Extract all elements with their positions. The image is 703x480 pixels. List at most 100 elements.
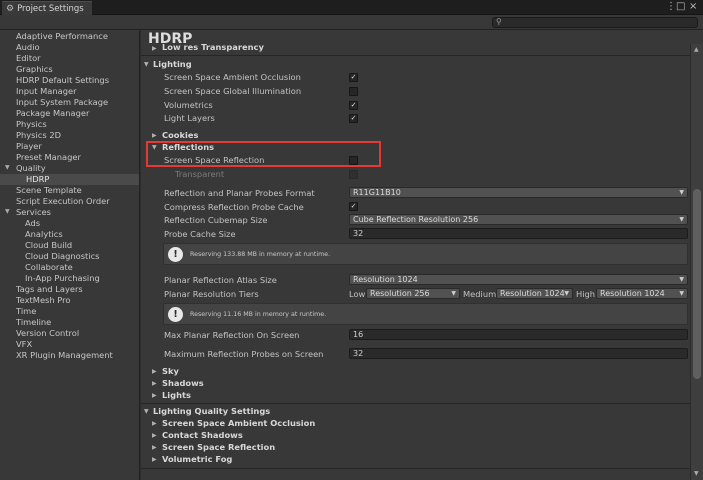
sidebar-item-time[interactable]: Time: [16, 306, 36, 317]
cubemap-size-value: Cube Reflection Resolution 256: [353, 215, 479, 224]
max-probes-field[interactable]: 32: [349, 348, 688, 359]
chevron-down-icon: ▼: [451, 290, 456, 297]
max-planar-label: Max Planar Reflection On Screen: [164, 330, 300, 340]
probe-cache-size-field[interactable]: 32: [349, 228, 688, 239]
atlas-size-dropdown[interactable]: Resolution 1024 ▼: [349, 274, 688, 285]
tier-medium-dropdown[interactable]: Resolution 1024 ▼: [496, 288, 573, 299]
quality-ssao-header[interactable]: Screen Space Ambient Occlusion: [162, 417, 315, 429]
sidebar-item-preset-manager[interactable]: Preset Manager: [16, 152, 81, 163]
sidebar-item-cloud-build[interactable]: Cloud Build: [25, 240, 72, 251]
transparent-label: Transparent: [175, 169, 225, 179]
probes-format-dropdown[interactable]: R11G11B10 ▼: [349, 187, 688, 198]
tier-low-label: Low: [349, 289, 366, 299]
foldout-arrow-icon[interactable]: ▶: [152, 444, 157, 451]
sidebar-item-vfx[interactable]: VFX: [16, 339, 32, 350]
tier-low-dropdown[interactable]: Resolution 256 ▼: [366, 288, 460, 299]
search-field[interactable]: ⚲: [492, 17, 698, 28]
sidebar-item-editor[interactable]: Editor: [16, 53, 41, 64]
sidebar-item-scene-template[interactable]: Scene Template: [16, 185, 82, 196]
expand-arrow-icon[interactable]: ▼: [5, 208, 10, 215]
quality-contact-shadows-header[interactable]: Contact Shadows: [162, 429, 243, 441]
sidebar-item-xr-plugin-management[interactable]: XR Plugin Management: [16, 350, 113, 361]
foldout-arrow-icon[interactable]: ▶: [152, 456, 157, 463]
highlight-box: [146, 141, 381, 167]
tier-medium-value: Resolution 1024: [500, 289, 565, 298]
sky-header[interactable]: Sky: [162, 365, 179, 377]
foldout-arrow-icon[interactable]: ▶: [152, 132, 157, 139]
lowres-transparency-header[interactable]: Low res Transparency: [162, 41, 264, 53]
sidebar-item-in-app-purchasing[interactable]: In-App Purchasing: [25, 273, 100, 284]
foldout-arrow-icon[interactable]: ▼: [144, 61, 149, 68]
vertical-scrollbar[interactable]: ▲ ▼: [690, 44, 703, 480]
scrollbar-thumb[interactable]: [693, 189, 701, 379]
ssgi-label: Screen Space Global Illumination: [164, 86, 302, 96]
sidebar-item-script-execution-order[interactable]: Script Execution Order: [16, 196, 110, 207]
sidebar-item-audio[interactable]: Audio: [16, 42, 40, 53]
lighting-quality-header[interactable]: Lighting Quality Settings: [153, 405, 270, 417]
sidebar-item-adaptive-performance[interactable]: Adaptive Performance: [16, 31, 108, 42]
sidebar-item-services[interactable]: Services: [16, 207, 51, 218]
sidebar-item-input-manager[interactable]: Input Manager: [16, 86, 77, 97]
chevron-down-icon: ▼: [679, 290, 684, 297]
sidebar-item-package-manager[interactable]: Package Manager: [16, 108, 89, 119]
max-planar-field[interactable]: 16: [349, 329, 688, 340]
foldout-arrow-icon[interactable]: ▶: [152, 368, 157, 375]
hdrp-settings-panel: HDRP ▶ Low res Transparency ▼ Lighting S…: [141, 30, 703, 480]
maximize-icon[interactable]: □: [676, 1, 685, 12]
divider: [141, 468, 690, 469]
foldout-arrow-icon[interactable]: ▶: [152, 432, 157, 439]
volumetrics-checkbox[interactable]: ✓: [349, 101, 358, 110]
sidebar-item-hdrp[interactable]: HDRP: [0, 174, 139, 185]
sidebar-item-collaborate[interactable]: Collaborate: [25, 262, 73, 273]
tier-high-value: Resolution 1024: [600, 289, 665, 298]
scroll-up-icon[interactable]: ▲: [694, 46, 699, 53]
scroll-down-icon[interactable]: ▼: [694, 470, 699, 477]
ssgi-checkbox[interactable]: [349, 87, 358, 96]
tier-high-dropdown[interactable]: Resolution 1024 ▼: [596, 288, 688, 299]
volumetrics-label: Volumetrics: [164, 100, 213, 110]
resolution-tiers-label: Planar Resolution Tiers: [164, 289, 259, 299]
sidebar-item-physics-2d[interactable]: Physics 2D: [16, 130, 61, 141]
sidebar-item-player[interactable]: Player: [16, 141, 42, 152]
search-input[interactable]: [506, 18, 694, 27]
sidebar-item-input-system-package[interactable]: Input System Package: [16, 97, 108, 108]
cookies-header[interactable]: Cookies: [162, 129, 198, 141]
foldout-arrow-icon[interactable]: ▶: [152, 380, 157, 387]
sidebar-item-cloud-diagnostics[interactable]: Cloud Diagnostics: [25, 251, 99, 262]
foldout-arrow-icon[interactable]: ▶: [152, 45, 157, 52]
sidebar-item-tags-and-layers[interactable]: Tags and Layers: [16, 284, 83, 295]
sidebar-item-hdrp-default-settings[interactable]: HDRP Default Settings: [16, 75, 109, 86]
sidebar-item-timeline[interactable]: Timeline: [16, 317, 51, 328]
light-layers-label: Light Layers: [164, 113, 215, 123]
close-icon[interactable]: ×: [689, 1, 697, 12]
transparent-checkbox[interactable]: [349, 170, 358, 179]
lighting-section-header[interactable]: Lighting: [153, 58, 192, 70]
sidebar-item-version-control[interactable]: Version Control: [16, 328, 79, 339]
sidebar-item-textmesh-pro[interactable]: TextMesh Pro: [16, 295, 70, 306]
ssao-checkbox[interactable]: ✓: [349, 73, 358, 82]
sidebar-item-ads[interactable]: Ads: [25, 218, 40, 229]
expand-arrow-icon[interactable]: ▼: [5, 164, 10, 171]
shadows-header[interactable]: Shadows: [162, 377, 204, 389]
project-settings-tab[interactable]: ⚙ Project Settings: [2, 1, 92, 15]
atlas-size-value: Resolution 1024: [353, 275, 418, 284]
cubemap-size-dropdown[interactable]: Cube Reflection Resolution 256 ▼: [349, 214, 688, 225]
chevron-down-icon: ▼: [679, 276, 684, 283]
ssao-label: Screen Space Ambient Occlusion: [164, 72, 301, 82]
divider: [141, 55, 690, 56]
light-layers-checkbox[interactable]: ✓: [349, 114, 358, 123]
kebab-menu-icon[interactable]: ⋮: [666, 1, 676, 12]
sidebar-item-physics[interactable]: Physics: [16, 119, 47, 130]
sidebar-item-graphics[interactable]: Graphics: [16, 64, 53, 75]
lights-header[interactable]: Lights: [162, 389, 191, 401]
quality-ssr-header[interactable]: Screen Space Reflection: [162, 441, 275, 453]
chevron-down-icon: ▼: [679, 189, 684, 196]
sidebar-item-analytics[interactable]: Analytics: [25, 229, 63, 240]
foldout-arrow-icon[interactable]: ▶: [152, 420, 157, 427]
foldout-arrow-icon[interactable]: ▼: [144, 408, 149, 415]
foldout-arrow-icon[interactable]: ▶: [152, 392, 157, 399]
gear-icon: ⚙: [6, 3, 15, 14]
sidebar-item-quality[interactable]: Quality: [16, 163, 46, 174]
compress-cache-checkbox[interactable]: ✓: [349, 202, 358, 211]
quality-volumetric-fog-header[interactable]: Volumetric Fog: [162, 453, 232, 465]
